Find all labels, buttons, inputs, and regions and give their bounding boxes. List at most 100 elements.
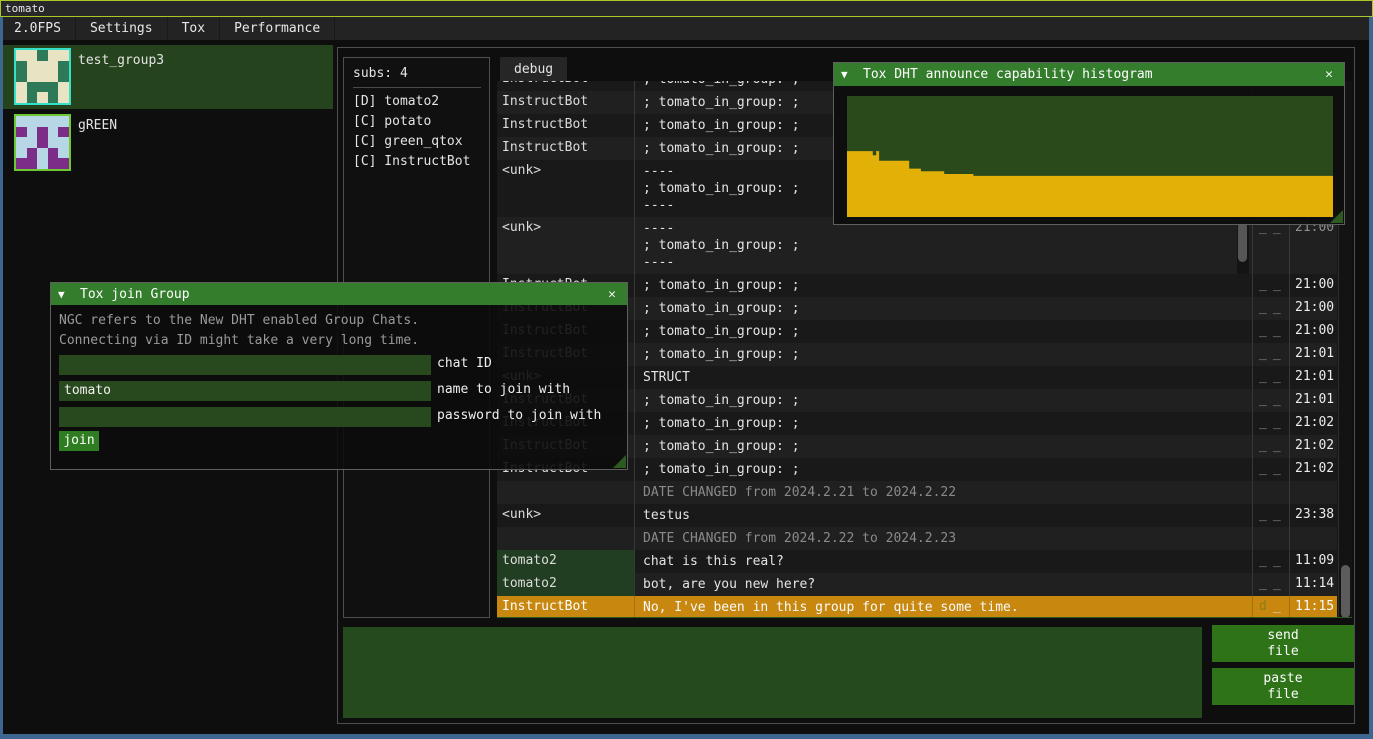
join-info-line-2: Connecting via ID might take a very long…	[59, 331, 627, 351]
dht-histogram-titlebar[interactable]: ▼ Tox DHT announce capability histogram …	[834, 63, 1344, 86]
sender-name: tomato2	[497, 573, 634, 596]
status-mark: _	[1259, 553, 1269, 568]
send-file-label-line2: file	[1267, 644, 1298, 660]
date-changed-text: DATE CHANGED from 2024.2.22 to 2024.2.23	[634, 527, 1252, 550]
delivered-mark: d	[1259, 599, 1269, 614]
status-mark: _	[1259, 392, 1269, 407]
join-field-label: name to join with	[437, 382, 570, 397]
menu-bar: 2.0FPSSettingsToxPerformance	[0, 17, 1369, 40]
join-button[interactable]: join	[59, 431, 99, 451]
paste-file-button[interactable]: paste file	[1212, 668, 1354, 705]
frame-border-right	[1369, 17, 1373, 739]
delivery-status: __	[1252, 366, 1289, 389]
message-input[interactable]	[343, 627, 1202, 718]
delivery-status: d_	[1252, 596, 1289, 618]
message-text: testus	[634, 504, 1252, 527]
date-separator-row: DATE CHANGED from 2024.2.22 to 2024.2.23	[497, 527, 1337, 550]
menu-item-tox[interactable]: Tox	[168, 17, 220, 40]
message-time: 21:01	[1289, 366, 1337, 389]
join-field-row: chat ID	[51, 355, 627, 381]
sender-name: InstructBot	[497, 137, 634, 160]
close-icon[interactable]: ✕	[1321, 67, 1337, 82]
collapse-arrow-icon[interactable]: ▼	[841, 68, 863, 81]
status-mark: _	[1259, 415, 1269, 430]
status-mark: _	[1273, 461, 1283, 476]
message-text: ; tomato_in_group: ;	[634, 320, 1252, 343]
message-time: 21:02	[1289, 435, 1337, 458]
message-time: 11:14	[1289, 573, 1337, 596]
status-mark: _	[1273, 507, 1283, 522]
paste-file-label-line1: paste	[1263, 671, 1302, 687]
tab-debug[interactable]: debug	[500, 57, 567, 81]
frame-border-left	[0, 17, 3, 739]
message-text: ; tomato_in_group: ;	[634, 274, 1252, 297]
send-file-button[interactable]: send file	[1212, 625, 1354, 662]
chat-message-row[interactable]: tomato2chat is this real?__11:09	[497, 550, 1337, 573]
menu-item-settings[interactable]: Settings	[76, 17, 168, 40]
window-title-bar[interactable]: tomato	[0, 0, 1373, 17]
date-separator-row: DATE CHANGED from 2024.2.21 to 2024.2.22	[497, 481, 1337, 504]
menu-item-2-0fps[interactable]: 2.0FPS	[0, 17, 76, 40]
status-mark: _	[1273, 415, 1283, 430]
status-mark: _	[1273, 277, 1283, 292]
join-group-window: ▼ Tox join Group ✕ NGC refers to the New…	[50, 282, 628, 470]
message-cell-scrollbar-thumb[interactable]	[1238, 222, 1247, 262]
member-item[interactable]: [C] potato	[344, 112, 489, 132]
sender-name	[497, 481, 634, 504]
chat-message-row[interactable]: tomato2bot, are you new here?__11:14	[497, 573, 1337, 596]
group-item-test_group3[interactable]: test_group3	[3, 45, 333, 109]
message-time	[1289, 481, 1337, 504]
message-time: 11:09	[1289, 550, 1337, 573]
app-root: tomato 2.0FPSSettingsToxPerformance test…	[0, 0, 1373, 739]
delivery-status: __	[1252, 573, 1289, 596]
close-icon[interactable]: ✕	[604, 287, 620, 302]
member-item[interactable]: [C] InstructBot	[344, 152, 489, 172]
status-mark: _	[1273, 323, 1283, 338]
join-password-input[interactable]	[59, 407, 431, 427]
delivery-status: __	[1252, 389, 1289, 412]
message-text: STRUCT	[634, 366, 1252, 389]
message-text: ; tomato_in_group: ;	[634, 343, 1252, 366]
message-text: bot, are you new here?	[634, 573, 1252, 596]
join-field-row: password to join with	[51, 407, 627, 433]
message-time: 21:00	[1289, 297, 1337, 320]
delivery-status: __	[1252, 297, 1289, 320]
chat-scrollbar-thumb[interactable]	[1341, 565, 1350, 618]
paste-file-label-line2: file	[1267, 687, 1298, 703]
delivery-status: __	[1252, 504, 1289, 527]
join-group-titlebar[interactable]: ▼ Tox join Group ✕	[51, 283, 627, 305]
chat-message-row[interactable]: <unk>---- ; tomato_in_group: ; ----__21:…	[497, 217, 1337, 274]
menu-item-performance[interactable]: Performance	[220, 17, 335, 40]
status-mark: _	[1273, 300, 1283, 315]
tab-debug-label: debug	[514, 62, 553, 77]
resize-grip-icon[interactable]	[1330, 210, 1343, 223]
message-text: ; tomato_in_group: ;	[634, 297, 1252, 320]
members-panel-separator	[353, 87, 481, 88]
message-text: ---- ; tomato_in_group: ; ----	[634, 217, 1252, 274]
window-title: tomato	[5, 2, 45, 15]
join-name-input[interactable]: tomato	[59, 381, 431, 401]
member-item[interactable]: [C] green_qtox	[344, 132, 489, 152]
chat-message-row[interactable]: <unk>testus__23:38	[497, 504, 1337, 527]
message-text: ; tomato_in_group: ;	[634, 458, 1252, 481]
collapse-arrow-icon[interactable]: ▼	[58, 288, 80, 301]
message-text: No, I've been in this group for quite so…	[634, 596, 1252, 618]
send-file-label-line1: send	[1267, 628, 1298, 644]
chat-message-row[interactable]: InstructBotNo, I've been in this group f…	[497, 596, 1337, 618]
status-mark: _	[1273, 346, 1283, 361]
dht-histogram-plot	[847, 96, 1333, 217]
status-mark: _	[1273, 392, 1283, 407]
delivery-status: __	[1252, 412, 1289, 435]
join-field-row: tomato name to join with	[51, 381, 627, 407]
group-avatar-identicon	[14, 48, 71, 105]
sender-name: InstructBot	[497, 114, 634, 137]
resize-grip-icon[interactable]	[613, 455, 626, 468]
sender-name: <unk>	[497, 217, 634, 274]
member-item[interactable]: [D] tomato2	[344, 92, 489, 112]
message-time: 21:01	[1289, 389, 1337, 412]
delivery-status	[1252, 527, 1289, 550]
message-time: 23:38	[1289, 504, 1337, 527]
join-group-title: Tox join Group	[80, 287, 604, 302]
chat-id-input[interactable]	[59, 355, 431, 375]
group-item-gREEN[interactable]: gREEN	[3, 110, 333, 174]
